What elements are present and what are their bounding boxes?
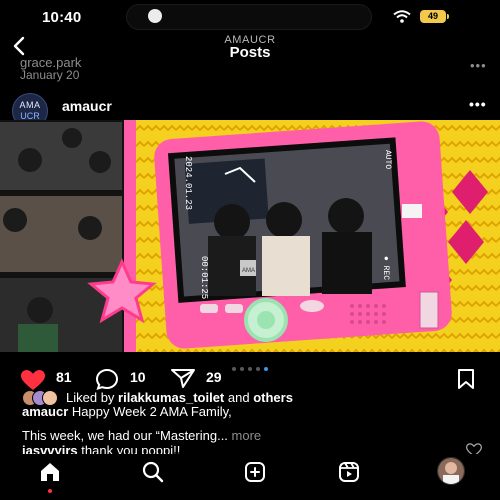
island-activity-icon [148,9,162,23]
post-collage: 2024.01.23 00:01:25 AUTO ● REC AMA [0,120,500,352]
carousel-dot [256,367,260,371]
caption-body: This week, we had our “Mastering... more [22,428,261,443]
avatar-text-top: AMA [19,100,41,110]
liked-by-others[interactable]: others [253,390,293,405]
share-count[interactable]: 29 [206,369,222,385]
camera-date: 2024.01.23 [183,156,193,210]
previous-post-date: January 20 [20,68,80,82]
liked-by-user[interactable]: rilakkumas_toilet [118,390,224,405]
pink-stripe [124,120,136,352]
camera-frame [154,121,452,349]
carousel-dot [248,367,252,371]
caption-body-text: This week, we had our “Mastering... [22,428,228,443]
liked-by-prefix: Liked by [66,390,115,405]
bookmark-icon[interactable] [456,368,476,390]
carousel-dot [264,367,268,371]
carousel-dot [240,367,244,371]
profile-avatar[interactable] [437,457,465,485]
liked-by-avatars [22,390,62,406]
home-icon[interactable] [38,460,62,484]
reels-icon[interactable] [337,460,361,484]
comment-count[interactable]: 10 [130,369,146,385]
battery-indicator: 49 [420,10,446,23]
battery-tip [447,14,449,19]
notification-dot [48,489,52,493]
share-icon[interactable] [170,367,196,389]
camera-auto-label: AUTO [383,150,392,169]
profile-photo [438,458,464,484]
wifi-icon [393,10,411,23]
liked-by-line[interactable]: Liked by rilakkumas_toilet and others [66,390,293,405]
like-count[interactable]: 81 [56,369,72,385]
camera-time: 00:01:25 [199,256,209,299]
caption: amaucr Happy Week 2 AMA Family, [22,404,232,419]
dynamic-island [126,4,372,30]
previous-post-more-icon[interactable]: ••• [470,58,487,73]
create-icon[interactable] [243,460,267,484]
photo-badge: AMA [242,268,255,274]
post-image[interactable]: 2024.01.23 00:01:25 AUTO ● REC AMA [0,120,500,352]
post-username[interactable]: amaucr [62,98,112,114]
heart-icon[interactable] [20,369,46,391]
search-icon[interactable] [141,460,165,484]
caption-username[interactable]: amaucr [22,404,68,419]
post-more-icon[interactable]: ••• [469,96,487,112]
carousel-dot [232,367,236,371]
caption-more-link[interactable]: more [232,428,262,443]
caption-text: Happy Week 2 AMA Family, [71,404,232,419]
camera-rec-label: ● REC [381,256,390,280]
status-time: 10:40 [42,9,82,26]
liked-by-and: and [227,390,250,405]
carousel-indicator [0,358,500,376]
comment-icon[interactable] [95,368,119,390]
